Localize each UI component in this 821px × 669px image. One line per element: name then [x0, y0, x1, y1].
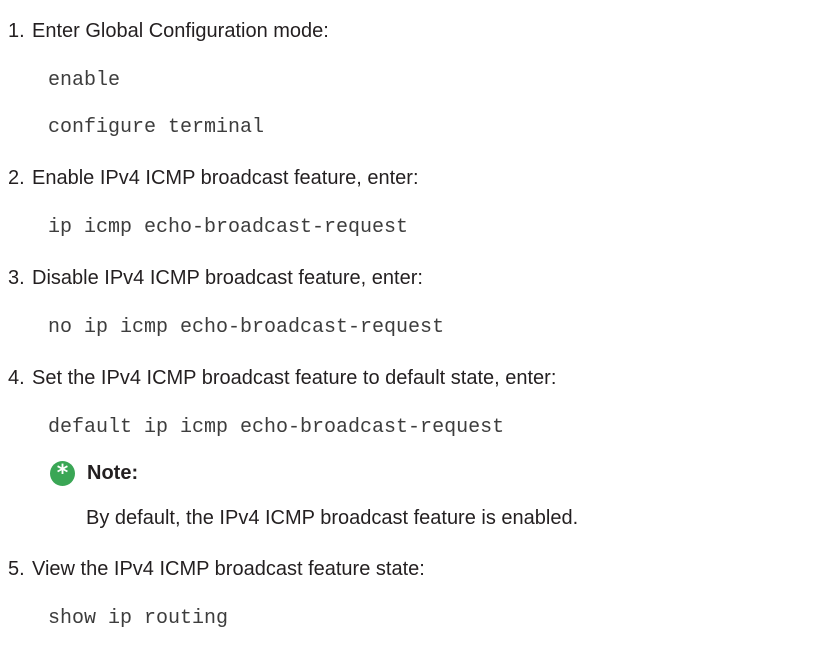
step-4: 4. Set the IPv4 ICMP broadcast feature to…	[8, 366, 556, 390]
command-line: ip icmp echo-broadcast-request	[48, 216, 409, 239]
step-number: 1.	[8, 20, 25, 42]
step-number: 2.	[8, 167, 25, 189]
step-5: 5. View the IPv4 ICMP broadcast feature s…	[8, 557, 425, 581]
step-number: 5.	[8, 558, 25, 580]
command-line: no ip icmp echo-broadcast-request	[48, 316, 445, 339]
step-text: View the IPv4 ICMP broadcast feature sta…	[32, 558, 425, 580]
command-line: show ip routing	[48, 607, 229, 630]
step-text: Disable IPv4 ICMP broadcast feature, ent…	[32, 267, 423, 289]
step-text: Enter Global Configuration mode:	[32, 20, 329, 42]
step-2: 2. Enable IPv4 ICMP broadcast feature, en…	[8, 166, 419, 190]
step-text: Enable IPv4 ICMP broadcast feature, ente…	[32, 167, 419, 189]
step-text: Set the IPv4 ICMP broadcast feature to d…	[32, 367, 557, 389]
command-line: configure terminal	[48, 116, 265, 139]
note-body: By default, the IPv4 ICMP broadcast feat…	[86, 507, 579, 529]
step-3: 3. Disable IPv4 ICMP broadcast feature, e…	[8, 266, 423, 290]
command-line: default ip icmp echo-broadcast-request	[48, 416, 505, 439]
command-line: enable	[48, 69, 121, 92]
note-heading: * Note:	[50, 460, 138, 486]
asterisk-icon: *	[50, 460, 75, 486]
step-number: 3.	[8, 267, 25, 289]
procedure-document: 1. Enter Global Configuration mode: enabl…	[0, 0, 821, 669]
step-1: 1. Enter Global Configuration mode:	[8, 19, 329, 43]
step-number: 4.	[8, 367, 25, 389]
note-label: Note:	[87, 461, 139, 484]
